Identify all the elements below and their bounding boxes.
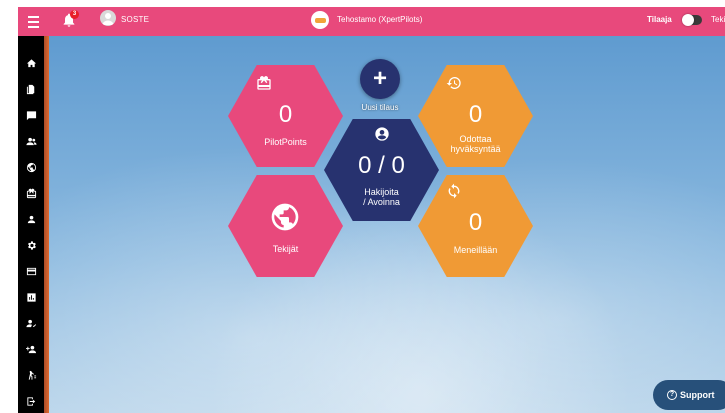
plus-icon: + [372,65,387,92]
home-icon[interactable] [24,56,38,70]
ongoing-value: 0 [468,209,483,236]
pilotpoints-value: 0 [278,101,293,128]
help-icon: ? [667,390,677,400]
sync-icon [446,183,462,199]
chat-icon[interactable] [24,108,38,122]
support-button[interactable]: ? Support [653,380,725,410]
person-icon[interactable] [24,212,38,226]
role-label: Tilaaja [647,15,672,24]
role-toggle[interactable] [682,14,702,26]
ongoing-label: Meneillään [453,245,498,255]
waiting-label-1: Odottaa [459,134,492,144]
applicants-label-1: Hakijoita [364,187,399,197]
user-avatar[interactable] [100,10,116,26]
person-check-icon[interactable] [24,316,38,330]
documents-icon[interactable] [24,82,38,96]
app-window: 3 SOSTE Tehostamo (XpertPilots) Tilaaja … [18,7,725,413]
account-circle-icon [374,126,390,142]
group-icon[interactable] [24,134,38,148]
org-logo [311,11,329,29]
new-order-label[interactable]: Uusi tilaus [352,103,408,112]
waiting-value: 0 [468,101,483,128]
logout-icon[interactable] [24,394,38,408]
globe-icon[interactable] [24,160,38,174]
applicants-value: 0 / 0 [358,152,405,179]
hiking-icon[interactable] [24,368,38,382]
gear-icon[interactable] [24,238,38,252]
chart-icon[interactable] [24,290,38,304]
top-bar: 3 SOSTE Tehostamo (XpertPilots) Tilaaja … [18,7,725,36]
person-add-icon[interactable] [24,342,38,356]
history-icon [446,75,462,91]
hamburger-menu-icon[interactable] [24,13,42,29]
support-label: Support [680,390,715,400]
card-icon[interactable] [24,264,38,278]
new-order-button[interactable]: + [360,59,400,99]
role-label-alt: Teki [711,15,725,24]
gift-icon[interactable] [24,186,38,200]
pilotpoints-label: PilotPoints [264,137,307,147]
org-name[interactable]: Tehostamo (XpertPilots) [337,15,422,24]
gift-icon [256,75,272,91]
screenshot-frame: 3 SOSTE Tehostamo (XpertPilots) Tilaaja … [0,0,725,413]
notification-badge: 3 [70,10,79,19]
makers-label: Tekijät [272,244,299,254]
sidebar [18,36,44,413]
sidebar-accent-strip [44,36,49,413]
user-name[interactable]: SOSTE [121,15,149,24]
globe-icon [269,201,301,233]
